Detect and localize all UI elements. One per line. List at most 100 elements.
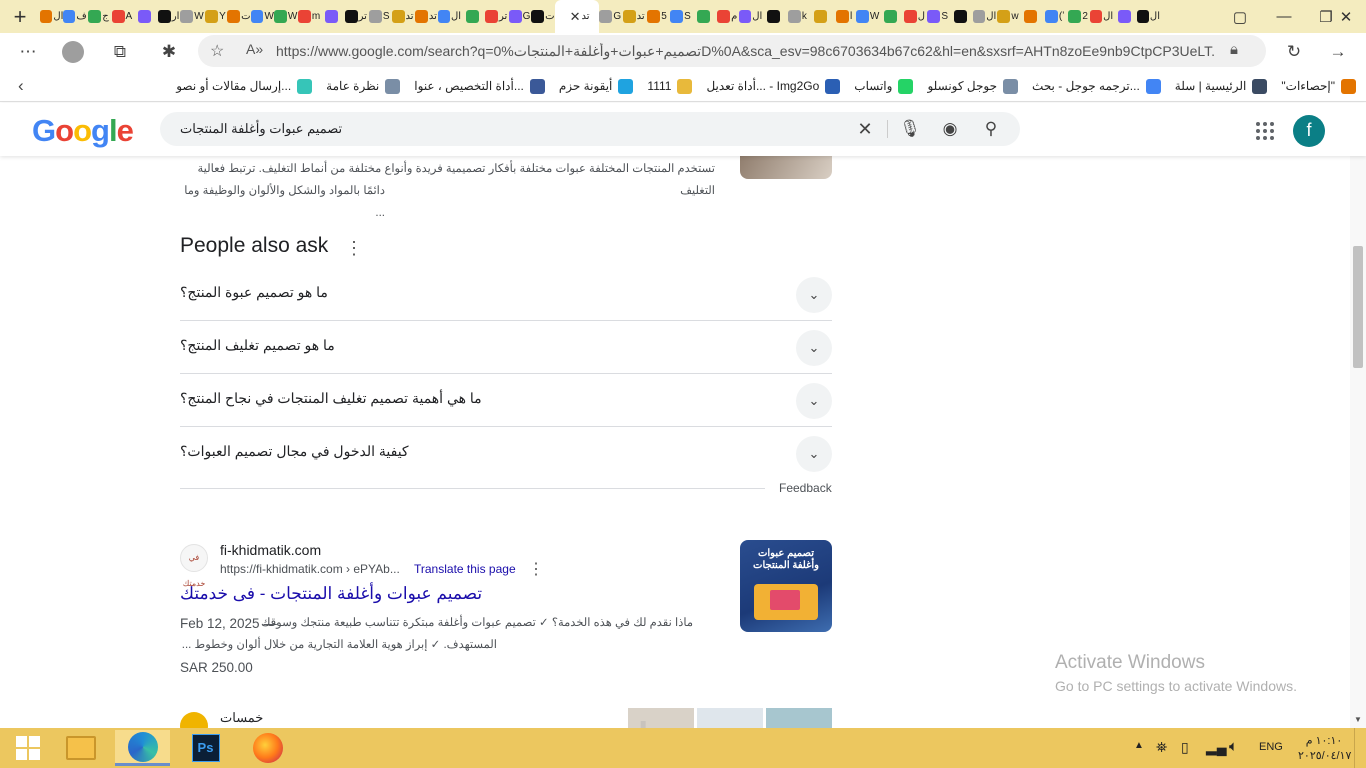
favorite-item[interactable]: جوجل كونسلو [927,78,1019,94]
favorite-item[interactable]: ترجمه جوجل - بحث... [1032,78,1161,94]
browser-tab[interactable]: ال [972,0,996,33]
browser-tab[interactable]: Y [204,0,227,33]
paa-question[interactable]: كيفية الدخول في مجال تصميم العبوات؟ ⌄ [180,427,832,480]
top-result-thumbnail[interactable] [740,156,832,179]
browser-tab[interactable]: ال [738,0,762,33]
read-aloud-icon[interactable]: A» [246,41,263,57]
browser-tab[interactable]: A [110,0,133,33]
favorite-item[interactable]: واتساب [854,78,914,94]
file-explorer-icon[interactable] [53,730,108,766]
volume-icon[interactable]: 🔈︎ [1229,738,1238,755]
search-input[interactable]: تصميم عبوات وأغلفة المنتجات [180,121,342,137]
paa-question[interactable]: ما هو تصميم تغليف المنتج؟ ⌄ [180,321,832,374]
scroll-down-icon[interactable]: ▼ [1354,715,1362,724]
browser-tab[interactable]: ال [1089,0,1113,33]
browser-tab[interactable]: تد [391,0,414,33]
browser-tab[interactable]: S [926,0,949,33]
result-more-icon[interactable]: ⋮ [528,559,544,579]
next-result-favicon[interactable] [180,712,208,728]
browser-tab[interactable]: G [599,0,622,33]
tray-chevron-icon[interactable]: ▲ [1134,740,1144,751]
result-site-name[interactable]: fi-khidmatik.com [220,542,321,558]
new-tab-button[interactable]: + [0,4,40,30]
profile-icon[interactable] [62,41,84,63]
url-field[interactable]: https://www.google.com/search?q=0%تصميم+… [276,43,1216,60]
search-icon[interactable]: ⚲ [980,118,1002,140]
browser-tab[interactable] [461,0,484,33]
lens-icon[interactable]: ◉ [939,118,961,140]
favorite-star-icon[interactable]: ☆ [210,41,224,61]
next-result-thumbnail[interactable] [766,708,832,728]
page-scrollbar[interactable]: ▲ ▼ [1350,103,1366,728]
favorite-item[interactable]: أداة تعديل... - Img2Go [706,78,841,94]
browser-tab[interactable]: 2 [1066,0,1089,33]
browser-tab[interactable] [949,0,972,33]
extensions-icon[interactable]: ✱ [158,41,180,63]
browser-tab[interactable]: W [855,0,879,33]
browser-tab[interactable] [879,0,902,33]
close-tab-icon[interactable]: ✕ [570,9,581,25]
paa-menu-icon[interactable]: ⋮ [345,238,363,259]
browser-tab[interactable]: ا [833,0,856,33]
collections-icon[interactable]: ⧉ [109,41,131,63]
favorite-item[interactable]: الرئيسية | سلة [1175,78,1268,94]
favorite-item[interactable]: 1111 [647,78,693,94]
photoshop-icon[interactable]: Ps [178,730,233,766]
browser-tab[interactable]: تد [622,0,645,33]
battery-icon[interactable]: ▯ [1181,739,1189,756]
browser-tab[interactable]: S [367,0,390,33]
clear-icon[interactable]: ✕ [854,118,876,140]
favorite-item[interactable]: "إحصاءات" [1281,78,1356,94]
browser-tab[interactable] [1113,0,1136,33]
forward-icon[interactable]: → [1327,41,1349,63]
browser-tab[interactable]: m [297,0,320,33]
browser-tab[interactable]: (ʼ [1043,0,1066,33]
favorites-chevron-icon[interactable]: ‹ [18,76,24,96]
browser-tab[interactable]: ت [531,0,555,33]
browser-tab[interactable]: ج [87,0,110,33]
edge-icon[interactable] [115,730,170,766]
browser-tab[interactable]: ار [157,0,180,33]
address-box[interactable]: ☆ A» https://www.google.com/search?q=0%ت… [198,35,1266,67]
minimize-button[interactable]: — [1262,0,1306,33]
paa-question[interactable]: ما هي أهمية تصميم تغليف المنتجات في نجاح… [180,374,832,427]
show-desktop-button[interactable] [1354,728,1366,768]
browser-tab[interactable]: W [273,0,297,33]
apps-grid-icon[interactable] [1256,122,1274,140]
result-thumbnail[interactable]: تصميم عبوات وأغلفة المنتجات [740,540,832,632]
browser-tab[interactable]: ال [437,0,461,33]
scroll-thumb[interactable] [1353,246,1363,368]
browser-tab[interactable] [1020,0,1043,33]
network-icon[interactable]: ▂▄ [1206,739,1227,756]
browser-tab[interactable]: ال [40,0,63,33]
microphone-icon[interactable]: 🎙︎ [899,118,921,140]
chevron-down-icon[interactable]: ⌄ [796,330,832,366]
feedback-link[interactable]: Feedback [779,481,832,495]
chevron-down-icon[interactable]: ⌄ [796,436,832,472]
browser-tab[interactable]: ت [227,0,251,33]
browser-tab[interactable]: م [716,0,739,33]
browser-tab[interactable] [134,0,157,33]
next-result-site-name[interactable]: خمسات [220,710,263,726]
favorite-item[interactable]: أداة التخصيص ، عنوا... [414,78,545,94]
browser-tab[interactable]: تد [414,0,437,33]
start-button[interactable] [0,730,55,766]
chevron-down-icon[interactable]: ⌄ [796,383,832,419]
close-window-button[interactable]: ✕ [1324,0,1366,33]
more-icon[interactable]: ⋯ [17,41,39,63]
browser-tab[interactable]: G [508,0,531,33]
browser-tab[interactable] [321,0,344,33]
result-title-link[interactable]: تصميم عبوات وأغلفة المنتجات - فى خدمتك [180,584,482,604]
browser-tab[interactable] [762,0,785,33]
search-box[interactable]: تصميم عبوات وأغلفة المنتجات ✕ 🎙︎ ◉ ⚲ [160,112,1020,146]
active-tab[interactable]: ✕ تد [554,0,599,33]
tab-actions-icon[interactable]: ▢ [1218,0,1262,33]
firefox-icon[interactable] [240,730,295,766]
browser-tab[interactable]: k [786,0,809,33]
browser-tab[interactable]: تر [484,0,507,33]
browser-tab[interactable]: 5 [645,0,668,33]
browser-tab[interactable] [692,0,715,33]
browser-tab[interactable]: تر [344,0,367,33]
favorite-item[interactable]: نظرة عامة [326,78,401,94]
result-url[interactable]: https://fi-khidmatik.com › ePYAb... [220,562,400,576]
